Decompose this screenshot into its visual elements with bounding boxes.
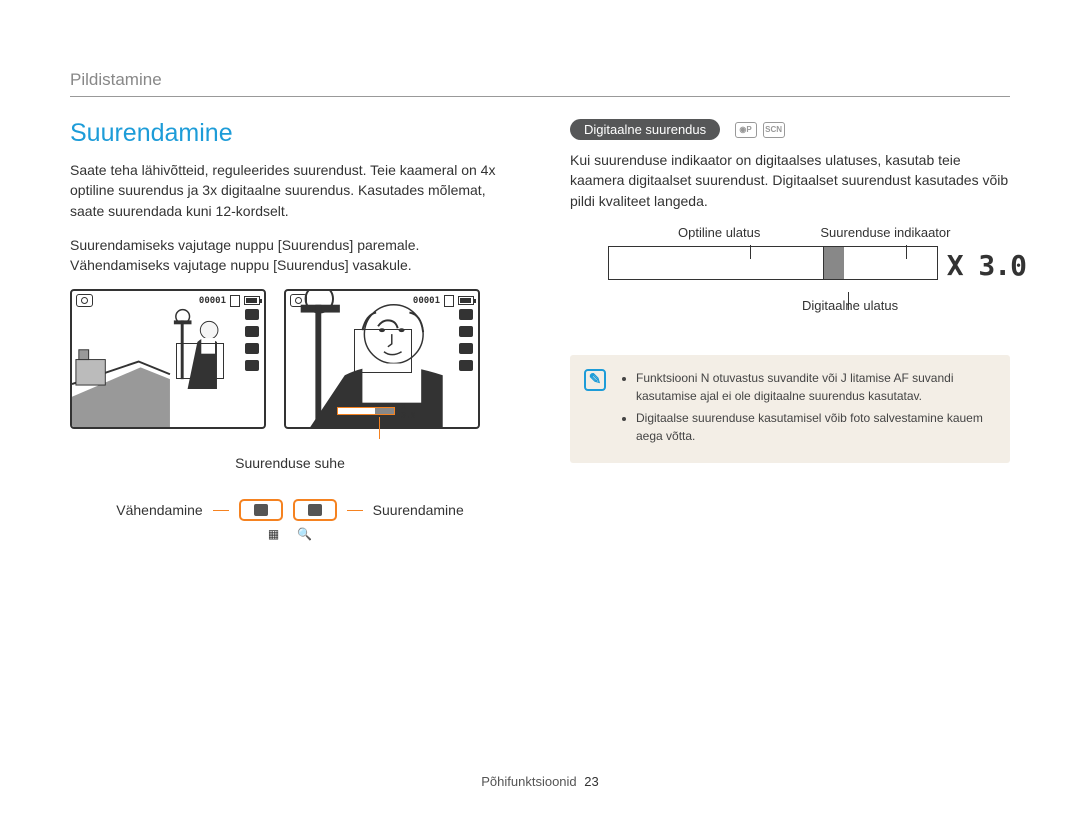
callout-line <box>906 245 907 259</box>
mode-scene-icon: SCN <box>763 122 785 138</box>
zoom-ratio-text: X 3.0 <box>399 402 427 420</box>
zoom-ratio-label: Suurenduse suhe <box>70 455 510 471</box>
subsection-pill: Digitaalne suurendus <box>570 119 720 140</box>
quality-icon <box>459 326 473 337</box>
callout-line <box>347 510 363 511</box>
optical-segment <box>338 408 375 414</box>
flash-icon <box>459 360 473 371</box>
zoom-button-legend: Vähendamine Suurendamine <box>70 499 510 521</box>
callout-line <box>750 245 751 259</box>
camera-previews: 00001 <box>70 289 510 429</box>
note-item: Digitaalse suurenduse kasutamisel võib f… <box>636 409 994 445</box>
note-item: Funktsiooni N otuvastus suvandite või J … <box>636 369 994 405</box>
note-box: ✎ Funktsiooni N otuvastus suvandite või … <box>570 355 1010 463</box>
digital-range-label: Digitaalne ulatus <box>570 298 1010 313</box>
callout-line <box>213 510 229 511</box>
thumbnails-icon: ▦ <box>268 527 279 541</box>
digital-zoom-paragraph: Kui suurenduse indikaator on digitaalses… <box>570 150 1010 211</box>
zoom-bar: X 3.0 <box>337 403 427 418</box>
focus-rectangle <box>354 329 412 373</box>
zoom-value-large: X 3.0 <box>947 249 1026 282</box>
zoom-sub-icons: ▦ 🔍 <box>70 527 510 541</box>
page-header: Pildistamine <box>70 70 1010 97</box>
left-column: Suurendamine Saate teha lähivõtteid, reg… <box>70 119 510 541</box>
callout-line <box>379 417 380 439</box>
optical-range-segment <box>609 247 824 279</box>
zoom-in-label: Suurendamine <box>373 502 464 518</box>
indicator-bar <box>608 246 938 280</box>
magnifier-icon: 🔍 <box>297 527 312 541</box>
footer-label: Põhifunktsioonid <box>481 774 576 789</box>
right-column: Digitaalne suurendus ◉P SCN Kui suurendu… <box>570 119 1010 541</box>
optical-range-label: Optiline ulatus <box>678 225 760 240</box>
mode-icons: ◉P SCN <box>735 122 785 138</box>
digital-range-segment <box>824 247 937 279</box>
scene-wide-illustration <box>72 291 264 428</box>
focus-rectangle <box>176 343 224 379</box>
page-footer: Põhifunktsioonid 23 <box>0 774 1080 789</box>
zoom-indicator-label: Suurenduse indikaator <box>820 225 950 240</box>
zoom-indicator-diagram: Optiline ulatus Suurenduse indikaator X … <box>570 225 1010 335</box>
page-number: 23 <box>584 774 598 789</box>
side-icons <box>459 309 473 371</box>
callout-line <box>848 292 849 310</box>
side-icons <box>245 309 259 371</box>
zoom-in-button-icon <box>293 499 337 521</box>
digital-fill <box>824 247 844 279</box>
metering-icon <box>459 343 473 354</box>
zoom-out-button-icon <box>239 499 283 521</box>
instruction-paragraph: Suurendamiseks vajutage nuppu [Suurendus… <box>70 235 510 276</box>
flash-icon <box>245 360 259 371</box>
size-icon <box>459 309 473 320</box>
intro-paragraph: Saate teha lähivõtteid, reguleerides suu… <box>70 160 510 221</box>
subsection-header: Digitaalne suurendus ◉P SCN <box>570 119 1010 150</box>
preview-wide: 00001 <box>70 289 266 429</box>
metering-icon <box>245 343 259 354</box>
page-title: Suurendamine <box>70 119 510 148</box>
content-columns: Suurendamine Saate teha lähivõtteid, reg… <box>70 119 1010 541</box>
preview-zoomed: 00001 <box>284 289 480 429</box>
size-icon <box>245 309 259 320</box>
section-title: Pildistamine <box>70 70 162 89</box>
mode-auto-icon: ◉P <box>735 122 757 138</box>
quality-icon <box>245 326 259 337</box>
note-icon: ✎ <box>584 369 606 391</box>
zoom-out-label: Vähendamine <box>116 502 202 518</box>
digital-segment <box>375 408 394 414</box>
